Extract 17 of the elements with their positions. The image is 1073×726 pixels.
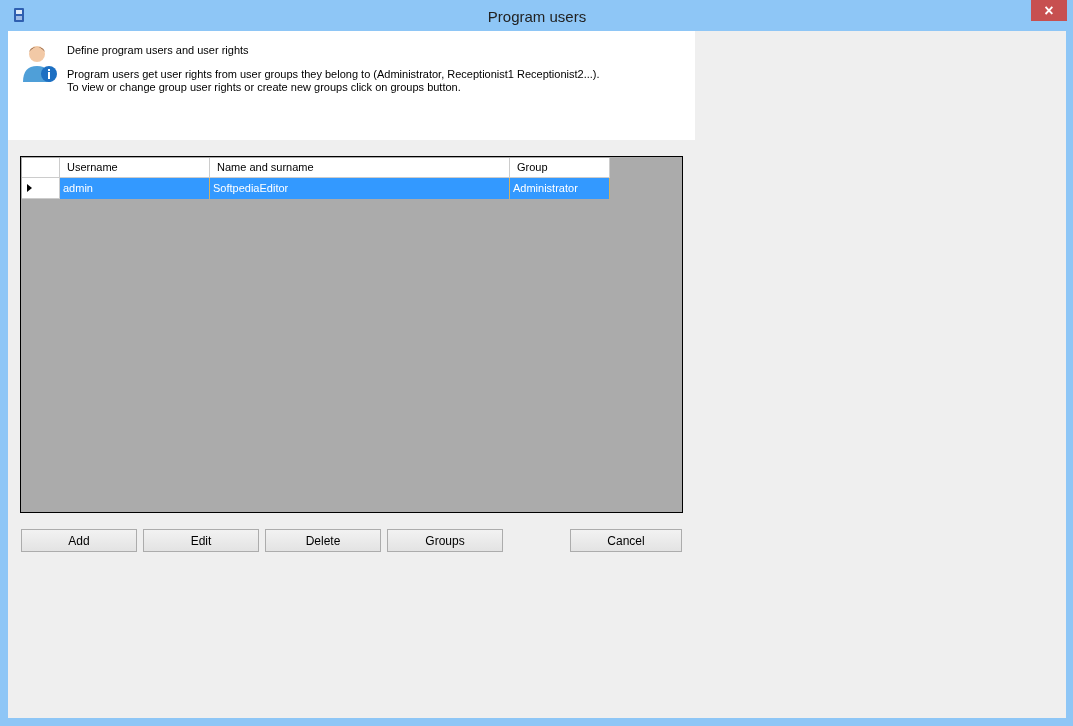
action-button[interactable]: Add <box>21 529 137 552</box>
column-header[interactable]: Name and surname <box>210 158 510 178</box>
close-button[interactable]: × <box>1031 0 1067 21</box>
description-text: Program users get user rights from user groups they belong to (Administrator, Receptionist1 Receptionist2...). <box>67 68 600 81</box>
row-header-corner <box>22 158 60 178</box>
header-title: Define program users and user rights <box>67 44 250 56</box>
app-icon <box>12 7 26 23</box>
action-button[interactable]: Edit <box>143 529 259 552</box>
column-header[interactable]: Group <box>510 158 610 178</box>
column-header[interactable]: Username <box>60 158 210 178</box>
action-button[interactable]: Delete <box>265 529 381 552</box>
window-title: Program users <box>487 7 587 25</box>
current-row-icon <box>27 184 32 192</box>
action-button[interactable]: Groups <box>387 529 503 552</box>
description-text: To view or change group user rights or create new groups click on groups button. <box>67 81 462 94</box>
cancel-button[interactable]: Cancel <box>570 529 682 552</box>
row-header[interactable] <box>22 178 60 199</box>
